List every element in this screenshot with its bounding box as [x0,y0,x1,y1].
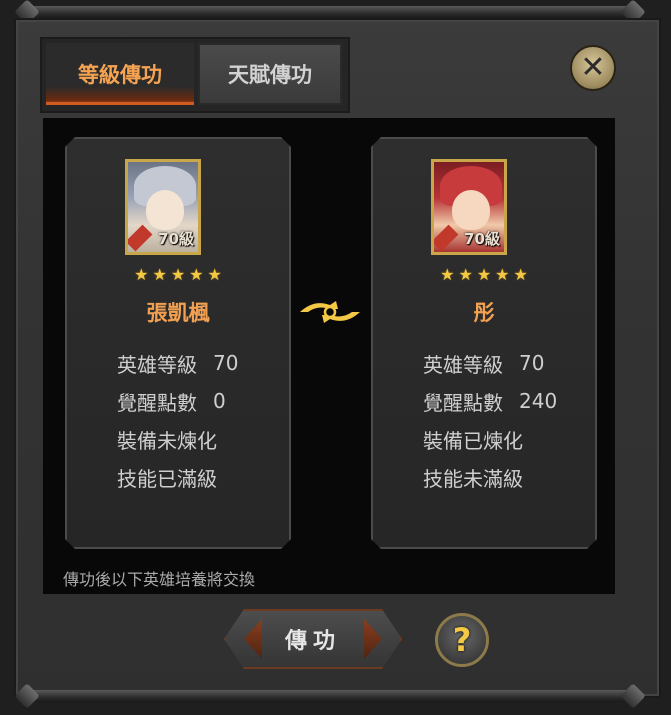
stat-label: 覺醒點數 [117,390,197,415]
stat-value: 0 [213,389,226,413]
star-icon: ★ [458,265,473,284]
transfer-button[interactable]: 傳功 [224,609,402,669]
star-icon: ★ [513,265,528,284]
hero-face [452,190,490,230]
stat-label: 英雄等級 [117,352,197,377]
source-hero-name: 張凱楓 [146,301,210,325]
star-icon: ★ [440,265,455,284]
stat-row: 英雄等級 70 [117,344,277,382]
stat-label: 英雄等級 [423,352,503,377]
star-rating: ★ ★ ★ ★ ★ [373,267,595,283]
stat-label: 裝備已煉化 [423,428,523,453]
level-badge: 70級 [464,230,500,248]
stat-row: 技能未滿級 [423,458,583,496]
help-button[interactable]: ? [435,613,489,667]
stat-label: 技能已滿級 [117,466,217,491]
star-rating: ★ ★ ★ ★ ★ [67,267,289,283]
stat-row: 英雄等級 70 [423,344,583,382]
swap-arrows-icon [300,301,360,323]
stat-label: 覺醒點數 [423,390,503,415]
target-hero-name: 彤 [473,301,495,325]
star-icon: ★ [134,265,149,284]
hero-face [146,190,184,230]
scroll-rod-top [14,0,646,25]
star-icon: ★ [189,265,204,284]
star-icon: ★ [207,265,222,284]
transfer-note: 傳功後以下英雄培養將交換 [63,570,256,589]
target-hero-portrait: 70級 [431,159,507,255]
stat-label: 裝備未煉化 [117,428,217,453]
close-icon: ✕ [580,50,606,85]
level-badge: 70級 [158,230,194,248]
target-hero-stats: 英雄等級 70 覺醒點數 240 裝備已煉化 技能未滿級 [423,344,583,496]
star-icon: ★ [152,265,167,284]
stat-row: 裝備未煉化 [117,420,277,458]
source-hero-card[interactable]: 70級 ★ ★ ★ ★ ★ 張凱楓 英雄等級 70 覺醒點數 0 裝備未煉化 技… [65,137,291,549]
sword-icon [126,225,153,252]
question-icon: ? [452,621,472,659]
scroll-rod-bottom [14,683,646,709]
source-hero-portrait: 70級 [125,159,201,255]
close-button[interactable]: ✕ [570,45,616,91]
star-icon: ★ [170,265,186,284]
stat-row: 覺醒點數 240 [423,382,583,420]
star-icon: ★ [476,265,492,284]
stat-value: 70 [213,351,239,375]
stat-label: 技能未滿級 [423,466,523,491]
tab-level-transfer[interactable]: 等級傳功 [46,43,194,105]
stat-row: 覺醒點數 0 [117,382,277,420]
sword-icon [432,225,459,252]
stat-row: 裝備已煉化 [423,420,583,458]
tab-talent-transfer[interactable]: 天賦傳功 [198,43,342,105]
stat-row: 技能已滿級 [117,458,277,496]
source-hero-stats: 英雄等級 70 覺醒點數 0 裝備未煉化 技能已滿級 [117,344,277,496]
star-icon: ★ [495,265,510,284]
stat-value: 70 [519,351,545,375]
target-hero-card[interactable]: 70級 ★ ★ ★ ★ ★ 彤 英雄等級 70 覺醒點數 240 裝備已煉化 技… [371,137,597,549]
stat-value: 240 [519,389,558,413]
tab-bar: 等級傳功 天賦傳功 [40,37,350,113]
